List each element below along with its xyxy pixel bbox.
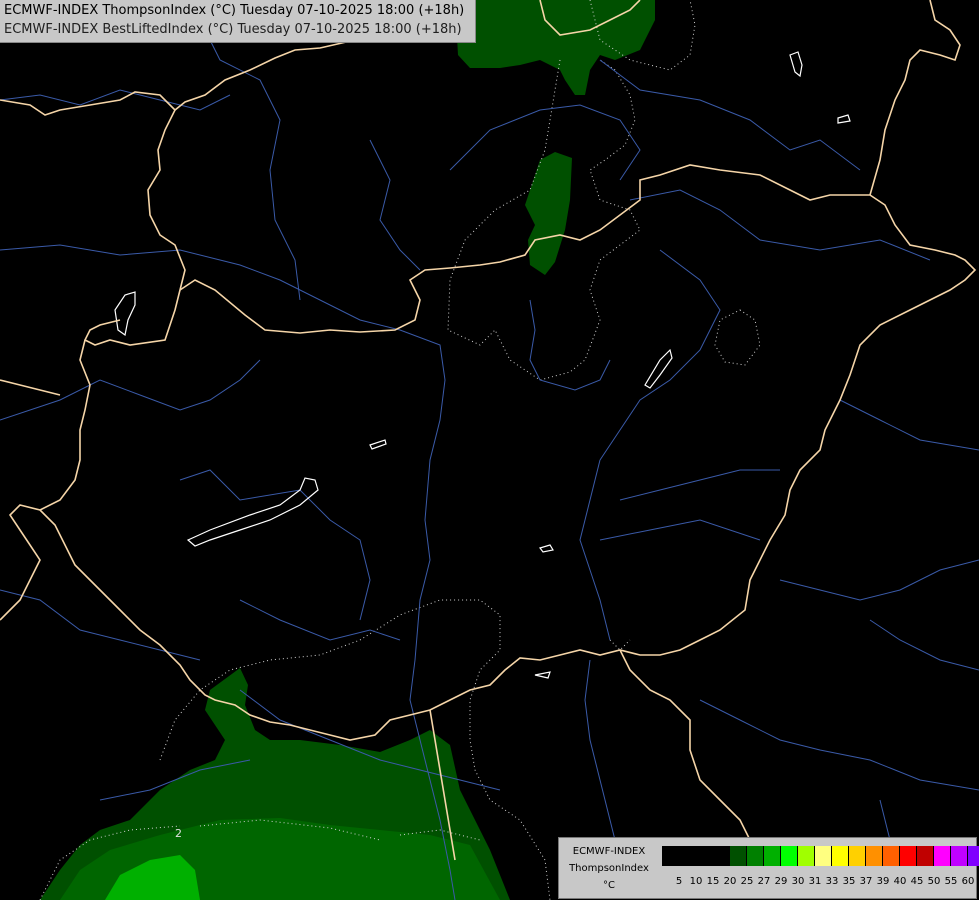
- legend-swatch: [696, 846, 713, 866]
- legend-ticks: 5 10 15 20 25 27 29 30 31 33 35 37 39 40 45 50 55 60: [662, 876, 975, 890]
- color-legend: ECMWF-INDEX ThompsonIndex °C 5 10 15 20 25 27…: [558, 837, 979, 899]
- legend-tick-label: 25: [740, 876, 754, 887]
- legend-tick-label: 27: [757, 876, 771, 887]
- legend-swatch: [781, 846, 798, 866]
- legend-tick-label: 39: [876, 876, 890, 887]
- legend-swatch: [900, 846, 917, 866]
- legend-tick-label: 60: [961, 876, 975, 887]
- contour-label: 2: [175, 827, 182, 840]
- legend-tick-label: 37: [859, 876, 873, 887]
- legend-tick-label: 5: [675, 876, 683, 887]
- legend-index: ThompsonIndex: [569, 863, 649, 874]
- legend-swatch: [951, 846, 968, 866]
- map-title-box: ECMWF-INDEX ThompsonIndex (°C) Tuesday 0…: [0, 0, 476, 43]
- legend-unit: °C: [603, 880, 615, 891]
- legend-model: ECMWF-INDEX: [572, 846, 646, 857]
- legend-swatch: [713, 846, 730, 866]
- legend-swatch: [849, 846, 866, 866]
- legend-tick-label: 33: [825, 876, 839, 887]
- thompson-index-title: ECMWF-INDEX ThompsonIndex (°C) Tuesday 0…: [4, 3, 465, 18]
- legend-tick-label: 40: [893, 876, 907, 887]
- legend-swatch: [968, 846, 979, 866]
- legend-tick-label: 35: [842, 876, 856, 887]
- legend-tick-label: 55: [944, 876, 958, 887]
- legend-tick-label: 10: [689, 876, 703, 887]
- forecast-map[interactable]: 2: [0, 0, 979, 900]
- legend-tick-label: 20: [723, 876, 737, 887]
- legend-tick-label: 45: [910, 876, 924, 887]
- legend-tick-label: 31: [808, 876, 822, 887]
- legend-swatch: [832, 846, 849, 866]
- lifted-index-title: ECMWF-INDEX BestLiftedIndex (°C) Tuesday…: [4, 22, 462, 37]
- legend-tick-label: 50: [927, 876, 941, 887]
- legend-tick-label: 29: [774, 876, 788, 887]
- legend-swatch: [764, 846, 781, 866]
- legend-swatch: [747, 846, 764, 866]
- legend-swatch: [917, 846, 934, 866]
- legend-swatches: [662, 846, 979, 866]
- legend-swatch: [730, 846, 747, 866]
- legend-swatch: [934, 846, 951, 866]
- legend-tick-label: 30: [791, 876, 805, 887]
- legend-swatch: [798, 846, 815, 866]
- legend-swatch: [679, 846, 696, 866]
- legend-swatch: [883, 846, 900, 866]
- legend-swatch: [815, 846, 832, 866]
- legend-swatch: [662, 846, 679, 866]
- legend-tick-label: 15: [706, 876, 720, 887]
- legend-swatch: [866, 846, 883, 866]
